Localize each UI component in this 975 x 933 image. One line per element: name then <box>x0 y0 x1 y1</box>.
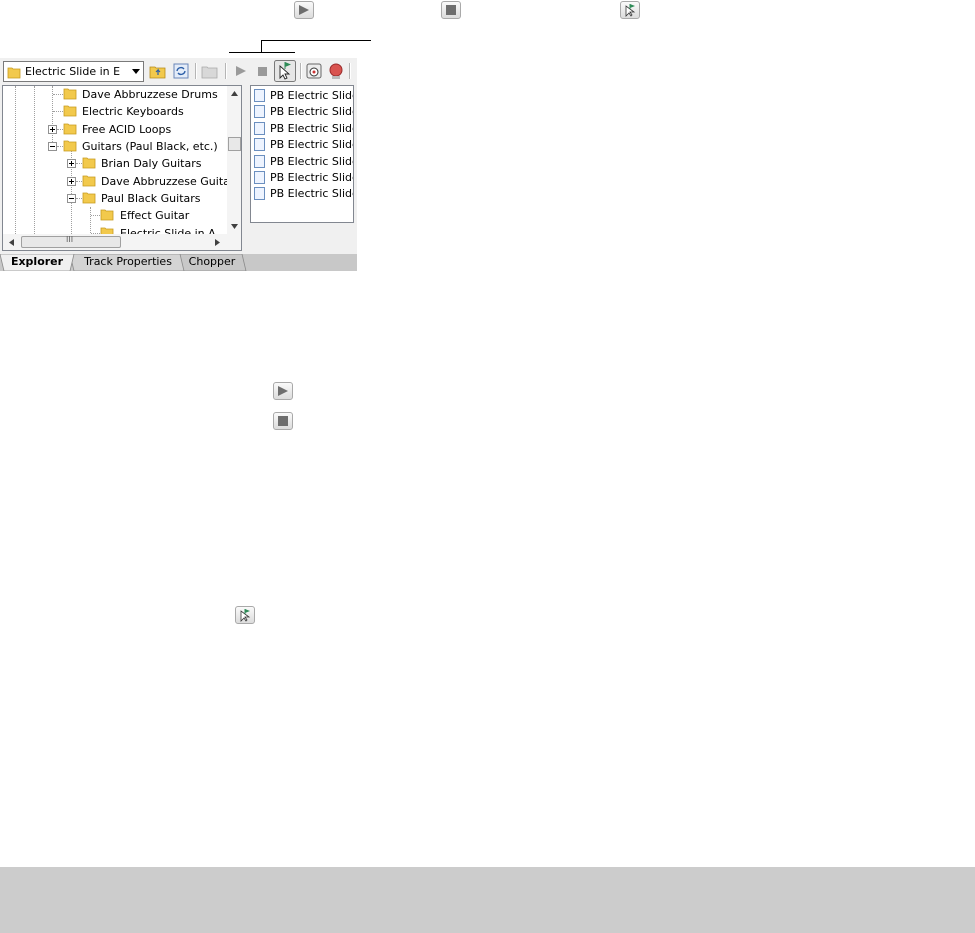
file-label: PB Electric Slide <box>270 89 354 102</box>
file-label: PB Electric Slide <box>270 187 354 200</box>
tab-explorer[interactable]: Explorer <box>6 254 68 271</box>
play-icon <box>294 1 314 19</box>
vertical-scrollbar[interactable] <box>227 86 241 234</box>
play-icon[interactable] <box>232 62 250 80</box>
folder-open-icon <box>63 140 77 152</box>
file-label: PB Electric Slide <box>270 122 354 135</box>
folder-icon <box>7 67 21 79</box>
tree-item[interactable]: Paul Black Guitars <box>3 190 227 207</box>
scrollbar-thumb[interactable] <box>228 137 241 151</box>
tab-track-properties[interactable]: Track Properties <box>76 254 180 271</box>
scrollbar-grip: III <box>66 235 74 244</box>
toolbar-separator <box>349 63 351 79</box>
tree-item[interactable]: Brian Daly Guitars <box>3 155 227 172</box>
scroll-right-icon[interactable] <box>214 238 221 247</box>
play-icon <box>273 382 293 400</box>
file-label: PB Electric Slide <box>270 171 354 184</box>
collapse-icon[interactable] <box>48 142 57 151</box>
tree-item[interactable]: Dave Abbruzzese Drums <box>3 86 227 103</box>
up-folder-icon[interactable] <box>149 62 167 80</box>
scroll-up-icon[interactable] <box>230 90 239 97</box>
file-label: PB Electric Slide <box>270 105 354 118</box>
audio-file-icon <box>254 171 265 184</box>
folder-combo[interactable]: Electric Slide in E <box>3 61 144 82</box>
audio-file-icon <box>254 187 265 200</box>
new-folder-icon[interactable] <box>201 62 219 80</box>
tree-item-label: Free ACID Loops <box>82 123 172 136</box>
folder-icon <box>82 157 96 169</box>
folder-icon <box>63 123 77 135</box>
tree-item-label: Dave Abbruzzese Drums <box>82 88 218 101</box>
tree-item-label: Dave Abbruzzese Guitars <box>101 175 241 188</box>
toolbar-separator <box>195 63 197 79</box>
chevron-down-icon[interactable] <box>132 69 140 74</box>
file-label: PB Electric Slide <box>270 155 354 168</box>
tab-chopper[interactable]: Chopper <box>182 254 242 271</box>
tree-item[interactable]: Dave Abbruzzese Guitars <box>3 173 240 190</box>
callout-line <box>229 52 295 53</box>
refresh-icon[interactable] <box>172 62 190 80</box>
window-tabs: Explorer Track Properties Chopper <box>0 254 357 271</box>
record-icon[interactable] <box>327 62 345 80</box>
folder-icon <box>63 105 77 117</box>
tree-item-label: Effect Guitar <box>120 209 190 222</box>
folder-icon <box>82 175 96 187</box>
tree-item[interactable]: Free ACID Loops <box>3 121 227 138</box>
expand-icon[interactable] <box>48 125 57 134</box>
audio-file-icon <box>254 138 265 151</box>
tree-item[interactable]: Electric Keyboards <box>3 103 227 120</box>
toolbar-separator <box>225 63 227 79</box>
tree-item-label: Electric Keyboards <box>82 105 184 118</box>
folder-combo-value: Electric Slide in E <box>25 65 121 78</box>
audio-file-icon <box>254 89 265 102</box>
auto-preview-icon <box>235 606 255 624</box>
file-list[interactable]: PB Electric Slide PB Electric Slide PB E… <box>250 85 354 223</box>
horizontal-scrollbar[interactable]: III <box>3 234 241 250</box>
file-label: PB Electric Slide <box>270 138 354 151</box>
stop-icon[interactable] <box>253 62 271 80</box>
audio-file-icon <box>254 155 265 168</box>
audio-file-icon <box>254 105 265 118</box>
start-preview-icon[interactable] <box>305 62 323 80</box>
folder-icon <box>63 88 77 100</box>
stop-icon <box>273 412 293 430</box>
audio-file-icon <box>254 122 265 135</box>
tree-item-label: Brian Daly Guitars <box>101 157 202 170</box>
auto-preview-icon <box>620 1 640 19</box>
folder-open-icon <box>82 192 96 204</box>
callout-line <box>261 40 371 41</box>
expand-icon[interactable] <box>67 177 76 186</box>
scroll-down-icon[interactable] <box>230 223 239 230</box>
folder-tree[interactable]: Dave Abbruzzese Drums Electric Keyboards… <box>2 85 242 251</box>
tree-item-label: Paul Black Guitars <box>101 192 201 205</box>
scroll-left-icon[interactable] <box>8 238 15 247</box>
folder-icon <box>100 209 114 221</box>
tree-item[interactable]: Effect Guitar <box>3 207 227 224</box>
footer-bar <box>0 867 975 933</box>
tree-item-label: Guitars (Paul Black, etc.) <box>82 140 218 153</box>
toolbar-separator <box>300 63 302 79</box>
callout-line <box>261 40 262 52</box>
tree-item[interactable]: Guitars (Paul Black, etc.) <box>3 138 227 155</box>
auto-preview-icon[interactable] <box>274 60 296 82</box>
scrollbar-thumb[interactable]: III <box>21 235 121 248</box>
explorer-toolbar: Electric Slide in E <box>0 58 357 85</box>
stop-icon <box>441 1 461 19</box>
collapse-icon[interactable] <box>67 194 76 203</box>
expand-icon[interactable] <box>67 159 76 168</box>
explorer-window: Electric Slide in E Dave Abbruzzese Drum… <box>0 58 357 271</box>
